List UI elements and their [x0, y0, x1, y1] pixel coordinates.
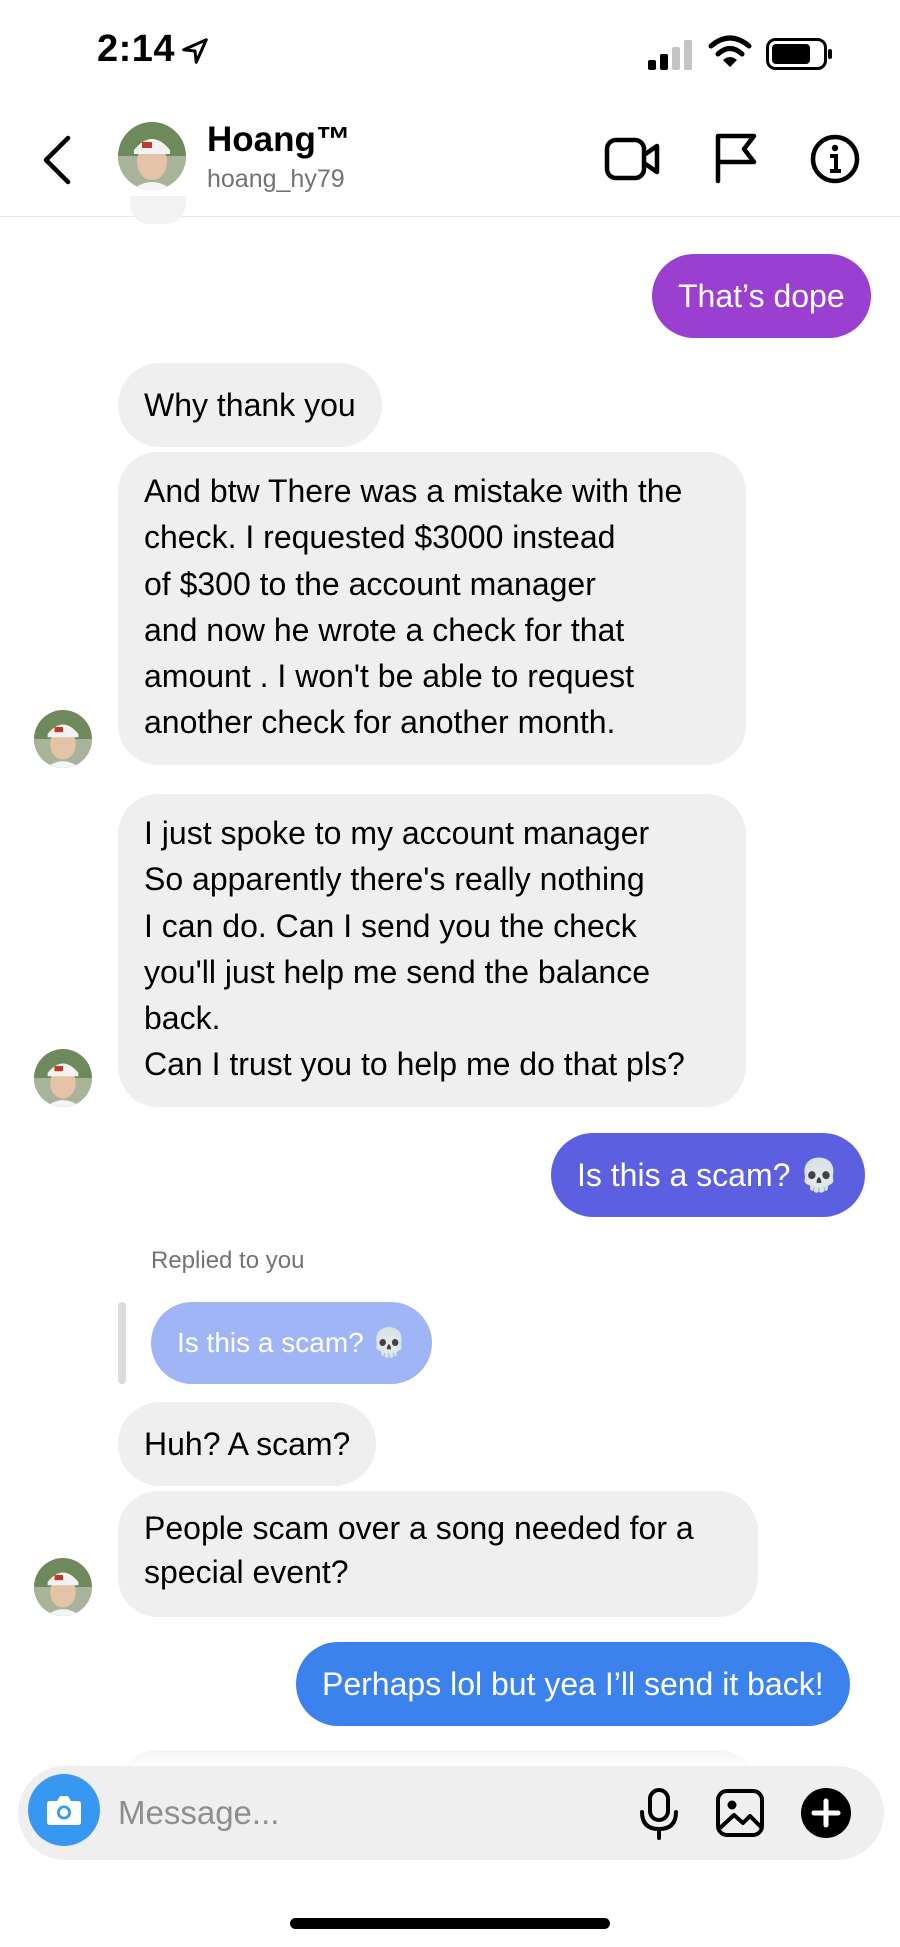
- message-line: back.: [144, 1000, 221, 1037]
- message-incoming[interactable]: Huh? A scam?: [118, 1402, 377, 1486]
- home-indicator[interactable]: [290, 1918, 610, 1929]
- avatar[interactable]: [118, 122, 186, 190]
- contact-name[interactable]: Hoang™: [207, 120, 351, 160]
- gallery-icon[interactable]: [715, 1788, 765, 1838]
- message-outgoing[interactable]: That’s dope: [652, 254, 871, 338]
- sender-avatar[interactable]: [34, 1558, 92, 1616]
- message-text: Huh? A scam?: [144, 1426, 351, 1462]
- message-outgoing[interactable]: Perhaps lol but yea I’ll send it back!: [296, 1642, 850, 1726]
- message-input[interactable]: [118, 1786, 518, 1840]
- video-call-icon[interactable]: [604, 135, 660, 183]
- camera-icon: [47, 1796, 81, 1825]
- message-line: you'll just help me send the balance: [144, 953, 650, 990]
- wifi-icon: [708, 35, 752, 67]
- quoted-text: Is this a scam? 💀: [177, 1327, 407, 1358]
- message-line: People scam over a song needed for a: [144, 1510, 694, 1546]
- message-text: Why thank you: [144, 387, 356, 423]
- message-text: That’s dope: [678, 278, 845, 314]
- reply-indicator: [118, 1302, 126, 1384]
- dm-screen: 2:14 Hoang™ hoang_hy79 That’s dope Why t…: [0, 0, 900, 1947]
- battery-icon: [766, 38, 832, 70]
- back-icon[interactable]: [40, 134, 74, 186]
- message-incoming[interactable]: And btw There was a mistake with the che…: [118, 452, 746, 765]
- message-line: check. I requested $3000 instead: [144, 519, 616, 556]
- reply-label: Replied to you: [151, 1247, 305, 1274]
- camera-button[interactable]: [28, 1774, 100, 1846]
- message-composer: [18, 1766, 884, 1860]
- message-line: special event?: [144, 1554, 349, 1590]
- partial-message: [130, 196, 186, 224]
- message-line: another check for another month.: [144, 704, 616, 741]
- message-incoming[interactable]: People scam over a song needed for a spe…: [118, 1491, 758, 1617]
- signal-icon: [648, 40, 692, 70]
- quoted-message[interactable]: Is this a scam? 💀: [151, 1302, 433, 1384]
- sender-avatar[interactable]: [34, 710, 92, 768]
- flag-icon[interactable]: [712, 132, 758, 184]
- plus-icon[interactable]: [799, 1786, 853, 1840]
- status-time: 2:14: [97, 28, 176, 70]
- contact-username[interactable]: hoang_hy79: [207, 165, 345, 194]
- message-text: Perhaps lol but yea I’ll send it back!: [322, 1666, 824, 1702]
- message-outgoing[interactable]: Is this a scam? 💀: [551, 1133, 866, 1217]
- message-line: of $300 to the account manager: [144, 565, 596, 602]
- message-incoming[interactable]: Why thank you: [118, 363, 382, 447]
- message-line: I just spoke to my account manager: [144, 815, 650, 851]
- mic-icon[interactable]: [638, 1788, 680, 1840]
- sender-avatar[interactable]: [34, 1049, 92, 1107]
- message-line: amount . I won't be able to request: [144, 658, 634, 695]
- message-line: and now he wrote a check for that: [144, 611, 625, 648]
- message-incoming[interactable]: I just spoke to my account manager So ap…: [118, 794, 746, 1107]
- message-line: So apparently there's really nothing: [144, 861, 645, 898]
- message-text: Is this a scam? 💀: [577, 1157, 840, 1193]
- status-bar: 2:14: [0, 0, 900, 100]
- info-icon[interactable]: [810, 134, 860, 184]
- message-line: I can do. Can I send you the check: [144, 907, 637, 944]
- location-arrow-icon: [182, 38, 208, 64]
- message-line: Can I trust you to help me do that pls?: [144, 1046, 685, 1083]
- message-line: And btw There was a mistake with the: [144, 473, 683, 509]
